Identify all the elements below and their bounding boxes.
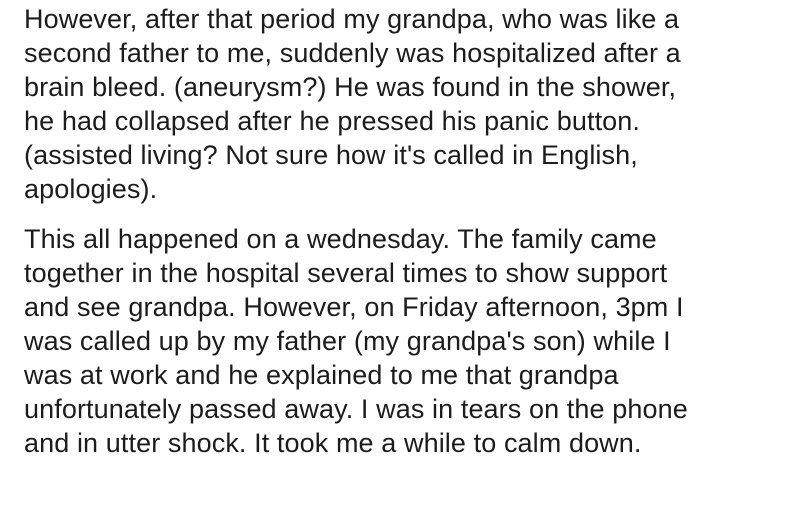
post-body: However, after that period my grandpa, w… [24,2,794,460]
text-line: was called up by my father (my grandpa's… [24,326,671,356]
text-line: second father to me, suddenly was hospit… [24,38,681,68]
text-line: and see grandpa. However, on Friday afte… [24,292,684,322]
text-line: apologies). [24,174,158,204]
text-line: This all happened on a wednesday. The fa… [24,224,657,254]
text-line: together in the hospital several times t… [24,258,668,288]
paragraph-1: However, after that period my grandpa, w… [24,2,794,206]
text-line: he had collapsed after he pressed his pa… [24,106,641,136]
text-line: (assisted living? Not sure how it's call… [24,140,638,170]
text-line: was at work and he explained to me that … [24,360,619,390]
text-line: unfortunately passed away. I was in tear… [24,394,688,424]
text-line: However, after that period my grandpa, w… [24,4,680,34]
text-line: brain bleed. (aneurysm?) He was found in… [24,72,677,102]
paragraph-2: This all happened on a wednesday. The fa… [24,222,794,460]
text-line: and in utter shock. It took me a while t… [24,428,642,458]
